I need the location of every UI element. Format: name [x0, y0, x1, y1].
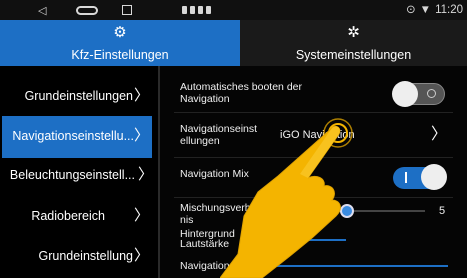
toggle-knob — [392, 81, 418, 107]
clock: 11:20 — [435, 4, 463, 16]
notification-icons — [182, 6, 211, 14]
sidebar-item-radiobereich[interactable]: Radiobereich 〉 — [0, 196, 155, 238]
toggle-off-mark — [427, 89, 436, 98]
chevron-right-icon: 〉 — [133, 87, 149, 104]
gear-icon: ⚙ — [113, 24, 127, 41]
sidebar-item-label: Radiobereich — [31, 209, 105, 223]
sidebar-item-grundeinstellung[interactable]: Grundeinstellung 〉 — [0, 236, 155, 278]
status-area: ⊙ ▼ 11:20 — [406, 3, 463, 17]
chevron-right-icon: 〉 — [137, 166, 153, 183]
mix-ratio-value: 5 — [439, 205, 446, 217]
chevron-right-icon: 〉 — [133, 127, 149, 144]
settings-cog-icon: ✲ — [347, 24, 360, 41]
sidebar-item-beleuchtungseinstellungen[interactable]: Beleuchtungseinstell... 〉 — [0, 155, 155, 197]
sidebar: Grundeinstellungen 〉 Navigationseinstell… — [0, 66, 159, 278]
wifi-icon: ▼ — [419, 4, 432, 16]
sidebar-item-navigationseinstellungen[interactable]: Navigationseinstellu... 〉 — [2, 116, 152, 158]
home-nav-icon[interactable] — [76, 6, 98, 15]
sidebar-item-grundeinstellungen[interactable]: Grundeinstellungen 〉 — [0, 76, 155, 118]
setting-label: Automatisches booten der Navigation — [180, 81, 302, 105]
tab-kfz-einstellungen[interactable]: ⚙ Kfz-Einstellungen — [0, 20, 240, 66]
setting-label-line: Automatisches booten der — [180, 81, 302, 93]
back-nav-icon[interactable]: ◁ — [38, 4, 46, 18]
chevron-right-icon: 〉 — [133, 247, 149, 264]
chevron-right-icon[interactable]: 〉 — [431, 126, 447, 144]
chevron-right-icon: 〉 — [133, 207, 149, 224]
toggle-on-mark — [405, 172, 407, 183]
navigation-mix-toggle[interactable] — [393, 164, 447, 190]
location-icon: ⊙ — [406, 4, 416, 16]
tab-label: Systemeinstellungen — [295, 48, 412, 62]
sidebar-item-label: Navigationseinstellu... — [12, 129, 134, 143]
recents-nav-icon[interactable] — [122, 5, 132, 15]
status-bar: ◁ ⊙ ▼ 11:20 — [0, 0, 467, 20]
auto-boot-toggle[interactable] — [392, 81, 445, 107]
tab-systemeinstellungen[interactable]: ✲ Systemeinstellungen — [240, 20, 467, 66]
toggle-knob — [421, 164, 447, 190]
pointing-hand-icon — [220, 118, 353, 278]
sidebar-item-label: Grundeinstellung — [38, 249, 133, 263]
sidebar-item-label: Beleuchtungseinstell... — [9, 168, 135, 182]
tab-label: Kfz-Einstellungen — [71, 48, 169, 62]
sidebar-item-label: Grundeinstellungen — [24, 89, 133, 103]
